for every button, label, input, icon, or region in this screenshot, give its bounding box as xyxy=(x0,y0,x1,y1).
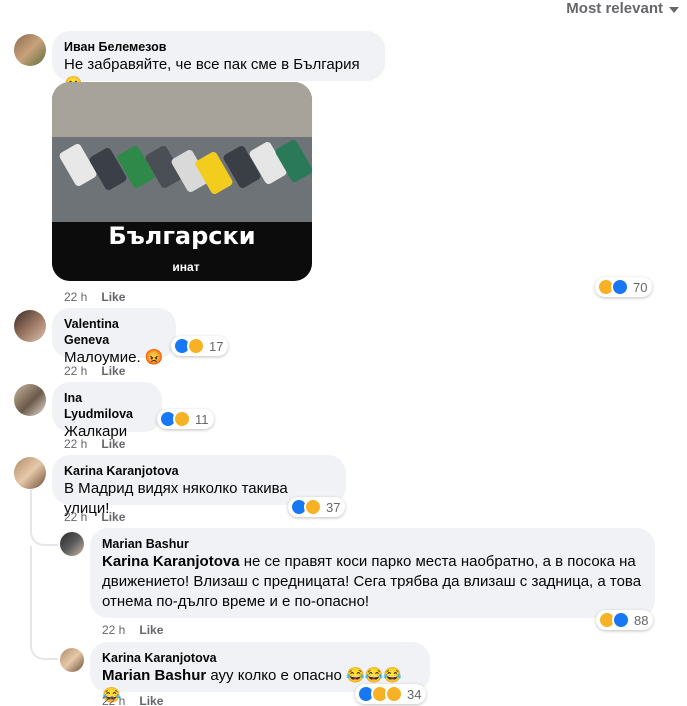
reactions-count: 34 xyxy=(407,686,422,702)
comment-author[interactable]: Ina Lyudmilova xyxy=(64,390,150,422)
chevron-down-icon xyxy=(669,6,679,13)
reactions-count: 70 xyxy=(633,279,648,295)
sort-label: Most relevant xyxy=(566,0,663,17)
comment-meta: 22 h Like xyxy=(64,437,125,451)
like-reaction-icon xyxy=(612,611,630,629)
like-button[interactable]: Like xyxy=(139,623,163,637)
comment-bubble: Иван Белемезов Не забравяйте, че все пак… xyxy=(52,31,385,93)
haha-reaction-icon xyxy=(304,498,322,516)
comment-meta: 22 h Like xyxy=(64,290,125,304)
reply-time[interactable]: 22 h xyxy=(102,623,125,637)
like-button[interactable]: Like xyxy=(139,694,163,706)
reply-author[interactable]: Marian Bashur xyxy=(102,536,643,552)
reply-meta: 22 h Like xyxy=(102,694,163,706)
avatar[interactable] xyxy=(60,532,84,556)
mention-link[interactable]: Karina Karanjotova xyxy=(102,553,240,570)
image-caption-big: Български xyxy=(108,222,256,250)
comment-time[interactable]: 22 h xyxy=(64,437,87,451)
reactions-count: 17 xyxy=(209,338,224,354)
reply-text: Karina Karanjotova не се правят коси пар… xyxy=(102,552,643,612)
sort-dropdown[interactable]: Most relevant xyxy=(566,0,679,17)
image-caption-small: инат xyxy=(172,260,200,274)
reply-bubble: Marian Bashur Karina Karanjotova не се п… xyxy=(90,528,655,618)
like-button[interactable]: Like xyxy=(101,437,125,451)
like-button[interactable]: Like xyxy=(101,510,125,524)
reactions-summary[interactable]: 34 xyxy=(355,684,427,704)
mention-link[interactable]: Marian Bashur xyxy=(102,667,206,684)
avatar[interactable] xyxy=(14,457,46,489)
like-reaction-icon xyxy=(611,278,629,296)
reactions-summary[interactable]: 88 xyxy=(596,610,654,630)
haha-reaction-icon xyxy=(187,337,205,355)
like-button[interactable]: Like xyxy=(101,364,125,378)
reactions-summary[interactable]: 17 xyxy=(171,336,229,356)
comment-time[interactable]: 22 h xyxy=(64,290,87,304)
reactions-summary[interactable]: 11 xyxy=(157,409,214,429)
comment-time[interactable]: 22 h xyxy=(64,510,87,524)
reply-meta: 22 h Like xyxy=(102,623,163,637)
comment-author[interactable]: Иван Белемезов xyxy=(64,39,373,55)
reactions-summary[interactable]: 37 xyxy=(288,497,346,517)
avatar[interactable] xyxy=(14,310,46,342)
comment-time[interactable]: 22 h xyxy=(64,364,87,378)
comment-bubble: Ina Lyudmilova Жалкари xyxy=(52,382,162,440)
haha-reaction-icon xyxy=(173,410,191,428)
comment-meta: 22 h Like xyxy=(64,364,125,378)
reply-author[interactable]: Karina Karanjotova xyxy=(102,650,418,666)
thread-line xyxy=(30,546,58,660)
reactions-count: 37 xyxy=(326,499,341,515)
parked-cars-photo xyxy=(52,82,312,281)
reactions-count: 11 xyxy=(195,411,209,427)
comment-meta: 22 h Like xyxy=(64,510,125,524)
sad-reaction-icon xyxy=(385,685,403,703)
avatar[interactable] xyxy=(14,384,46,416)
comment-author[interactable]: Valentina Geneva xyxy=(64,316,164,348)
thread-line xyxy=(30,490,58,546)
reply-time[interactable]: 22 h xyxy=(102,694,125,706)
like-button[interactable]: Like xyxy=(101,290,125,304)
comment-image[interactable]: Български инат xyxy=(52,82,312,281)
avatar[interactable] xyxy=(60,648,84,672)
comment-author[interactable]: Karina Karanjotova xyxy=(64,463,334,479)
reactions-summary[interactable]: 70 xyxy=(595,277,653,297)
comment-bubble: Valentina Geneva Малоумие. 😡 xyxy=(52,308,176,366)
reactions-count: 88 xyxy=(634,612,649,628)
avatar[interactable] xyxy=(14,34,46,66)
